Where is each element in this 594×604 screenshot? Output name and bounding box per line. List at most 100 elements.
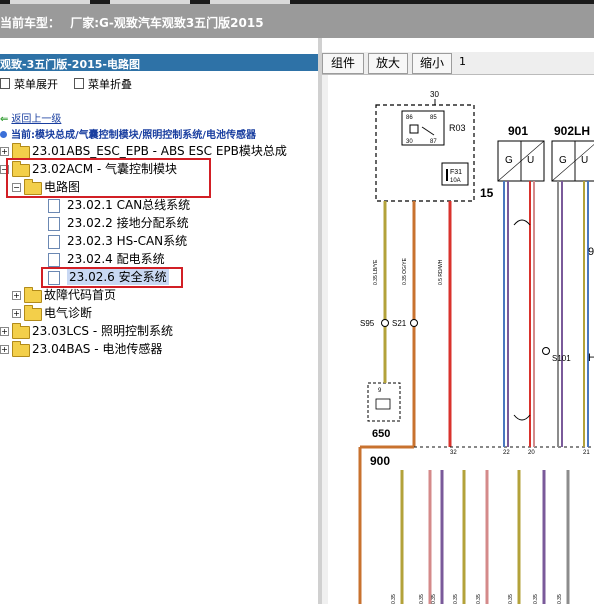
- relay-pin-85: 85: [430, 115, 437, 121]
- tree-item-lcs[interactable]: +23.03LCS - 照明控制系统: [0, 322, 318, 340]
- tree-item-hscan[interactable]: 23.02.3 HS-CAN系统: [0, 232, 318, 250]
- relay-pin-30: 30: [406, 139, 413, 145]
- collapse-icon: [74, 78, 84, 89]
- connector-650-label: 650: [372, 428, 390, 440]
- tree-item-diag[interactable]: + 电气诊断: [0, 304, 318, 322]
- vehicle-label: 当前车型：: [0, 16, 61, 30]
- collapse-menu-label: 菜单折叠: [88, 78, 132, 91]
- splice-s101-dot: [542, 347, 550, 355]
- tree-item-bas[interactable]: +23.04BAS - 电池传感器: [0, 340, 318, 358]
- component-button[interactable]: 组件: [322, 53, 364, 74]
- fuse-label: F31: [450, 169, 462, 176]
- harness-wire-code: 0.35: [431, 594, 437, 604]
- connector-650-symbol: [375, 398, 391, 410]
- harness-wire-code: 0.35: [419, 594, 425, 604]
- expand-icon[interactable]: +: [12, 291, 21, 300]
- vehicle-bar: 当前车型： 厂家:G-观致汽车观致3五门版2015: [0, 4, 594, 38]
- tree-item-label: 23.03LCS - 照明控制系统: [32, 324, 173, 338]
- folder-icon: [12, 323, 30, 339]
- edge-label-h: H: [588, 352, 594, 364]
- harness-wire-code: 0.35: [557, 594, 563, 604]
- module-901-label: 901: [508, 124, 528, 138]
- wire-code-label: 0.5 RD/WH: [438, 259, 444, 285]
- tree-item-label: 电气诊断: [44, 306, 93, 320]
- edge-label-9: 9: [588, 246, 594, 258]
- twist-marker-bottom: [513, 414, 531, 421]
- expand-icon[interactable]: +: [0, 345, 9, 354]
- fuse-element: [446, 169, 448, 181]
- expand-menu-button[interactable]: 菜单展开: [0, 76, 58, 92]
- current-path: 当前:模块总成/气囊控制模块/照明控制系统/电池传感器: [0, 126, 256, 141]
- folder-icon: [24, 287, 42, 303]
- tree-item-power[interactable]: 23.02.4 配电系统: [0, 250, 318, 268]
- menu-bar: 菜单展开 菜单折叠: [0, 74, 318, 92]
- folder-icon: [12, 341, 30, 357]
- twist-marker-top: [513, 219, 531, 226]
- pin-label-21: 21: [583, 450, 590, 456]
- wire-code-label: 0.35 OG/YE: [402, 257, 408, 285]
- tree-item-label: 23.02.4 配电系统: [67, 252, 165, 266]
- module-902-label: 902LH: [554, 124, 590, 138]
- tree-item-label: 23.02.1 CAN总线系统: [67, 198, 191, 212]
- zoom-out-button[interactable]: 缩小: [412, 53, 452, 74]
- document-icon: [48, 235, 60, 249]
- diagram-panel: 组件 放大 缩小 1 30 86 85 30 87 R03 F31 10A 15 0.35 LB/…: [322, 38, 594, 604]
- vehicle-info: 当前车型： 厂家:G-观致汽车观致3五门版2015: [0, 14, 264, 31]
- expand-icon[interactable]: +: [0, 147, 9, 156]
- relay-label: R03: [449, 123, 466, 133]
- connector-900-label: 900: [370, 454, 390, 468]
- tree-item-dtc[interactable]: + 故障代码首页: [0, 286, 318, 304]
- tree-item-ground[interactable]: 23.02.2 接地分配系统: [0, 214, 318, 232]
- harness-wire-code: 0.35: [508, 594, 514, 604]
- wiring-diagram: 30 86 85 30 87 R03 F31 10A 15 0.35 LB/YE 0.35 OG/Y…: [322, 75, 594, 604]
- harness-wire-code: 0.35: [476, 594, 482, 604]
- vehicle-value: 厂家:G-观致汽车观致3五门版2015: [70, 16, 264, 30]
- back-link-label: 返回上一级: [11, 114, 62, 125]
- pin-label-32: 32: [450, 450, 457, 456]
- diagram-toolbar: 组件 放大 缩小 1: [322, 52, 594, 75]
- relay-pin-86: 86: [406, 115, 413, 121]
- current-path-label: 当前:模块总成/气囊控制模块/照明控制系统/电池传感器: [11, 130, 256, 141]
- module-902-g: G: [559, 155, 567, 166]
- document-icon: [48, 217, 60, 231]
- tree-item-label: 23.02.2 接地分配系统: [67, 216, 189, 230]
- harness-wire-code: 0.35: [533, 594, 539, 604]
- expand-icon[interactable]: +: [0, 327, 9, 336]
- tree-item-can[interactable]: 23.02.1 CAN总线系统: [0, 196, 318, 214]
- module-15-label: 15: [480, 186, 494, 200]
- expand-menu-label: 菜单展开: [14, 78, 58, 91]
- diagram-left-margin: [322, 75, 328, 604]
- location-icon: [0, 131, 7, 138]
- fuse-rating-label: 10A: [450, 178, 461, 184]
- collapse-menu-button[interactable]: 菜单折叠: [74, 76, 132, 92]
- back-link[interactable]: ⇐ 返回上一级: [0, 110, 61, 125]
- harness-wire-code: 0.35: [391, 594, 397, 604]
- highlight-safety-box: [41, 267, 183, 288]
- page-number: 1: [459, 55, 466, 68]
- pin-label-20: 20: [528, 450, 535, 456]
- splice-s95-label: S95: [360, 319, 375, 328]
- panel-title: 观致-3五门版-2015-电路图: [0, 58, 140, 71]
- splice-s21-dot: [410, 319, 418, 327]
- expand-icon[interactable]: +: [12, 309, 21, 318]
- module-901-g: G: [505, 155, 513, 166]
- module-901-u: U: [527, 155, 534, 166]
- harness-wire-code: 0.35: [453, 594, 459, 604]
- tree-item-label: 故障代码首页: [44, 288, 117, 302]
- wire-code-label: 0.35 LB/YE: [373, 259, 379, 285]
- back-arrow-icon: ⇐: [0, 114, 9, 125]
- panel-title-bar: 观致-3五门版-2015-电路图: [0, 54, 318, 71]
- document-icon: [48, 199, 60, 213]
- folder-icon: [24, 305, 42, 321]
- document-icon: [48, 253, 60, 267]
- splice-s95-dot: [381, 319, 389, 327]
- highlight-acm-box: [6, 158, 211, 198]
- navigation-panel: 观致-3五门版-2015-电路图 菜单展开 菜单折叠 ⇐ 返回上一级 当前:模块总…: [0, 38, 318, 604]
- expand-icon: [0, 78, 10, 89]
- zoom-in-button[interactable]: 放大: [368, 53, 408, 74]
- tree-item-label: 23.02.3 HS-CAN系统: [67, 234, 188, 248]
- splice-s21-label: S21: [392, 319, 407, 328]
- pin-label-30: 30: [430, 90, 439, 99]
- tree-item-label: 23.04BAS - 电池传感器: [32, 342, 163, 356]
- splice-s101-label: S101: [552, 354, 571, 363]
